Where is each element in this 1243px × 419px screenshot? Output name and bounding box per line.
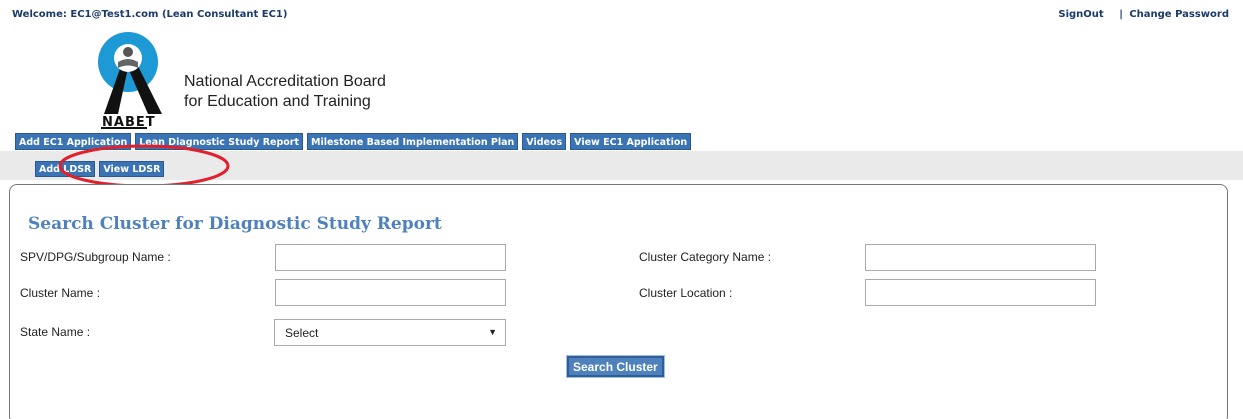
tab-milestone-implementation-plan[interactable]: Milestone Based Implementation Plan — [307, 133, 519, 150]
link-separator: | — [1119, 9, 1123, 20]
signout-link[interactable]: SignOut — [1058, 9, 1103, 20]
tab-view-ldsr[interactable]: View LDSR — [99, 161, 165, 177]
top-links: SignOut | Change Password — [1058, 9, 1229, 20]
spv-input[interactable] — [275, 244, 506, 271]
cluster-category-label: Cluster Category Name : — [639, 250, 772, 264]
welcome-text: Welcome: EC1@Test1.com (Lean Consultant … — [12, 9, 288, 20]
org-name-line2: for Education and Training — [184, 93, 371, 110]
nabet-logo: NABET — [98, 32, 162, 130]
spv-label: SPV/DPG/Subgroup Name : — [20, 250, 171, 264]
state-name-label: State Name : — [20, 325, 91, 339]
tab-videos[interactable]: Videos — [522, 133, 567, 150]
state-select-value: Select — [285, 325, 319, 340]
sub-nav-strip — [0, 151, 1243, 180]
cluster-location-input[interactable] — [865, 279, 1096, 306]
cluster-location-label: Cluster Location : — [639, 286, 733, 300]
tab-add-ldsr[interactable]: Add LDSR — [35, 161, 96, 177]
dropdown-arrow-icon: ▼ — [488, 327, 497, 337]
tab-add-ec1-application[interactable]: Add EC1 Application — [15, 133, 132, 150]
org-name: National Accreditation Board for Educati… — [184, 72, 386, 112]
cluster-category-input[interactable] — [865, 244, 1096, 271]
tab-view-ec1-application[interactable]: View EC1 Application — [570, 133, 692, 150]
cluster-name-input[interactable] — [275, 279, 506, 306]
org-name-line1: National Accreditation Board — [184, 73, 386, 90]
sub-nav: Add LDSR View LDSR — [35, 161, 168, 177]
cluster-name-label: Cluster Name : — [20, 286, 101, 300]
tab-lean-diagnostic-study-report[interactable]: Lean Diagnostic Study Report — [135, 133, 304, 150]
change-password-link[interactable]: Change Password — [1129, 9, 1229, 20]
state-select[interactable]: Select ▼ — [274, 319, 506, 346]
page-title: Search Cluster for Diagnostic Study Repo… — [28, 214, 442, 234]
search-cluster-button[interactable]: Search Cluster — [566, 355, 665, 378]
main-nav: Add EC1 Application Lean Diagnostic Stud… — [15, 133, 695, 150]
